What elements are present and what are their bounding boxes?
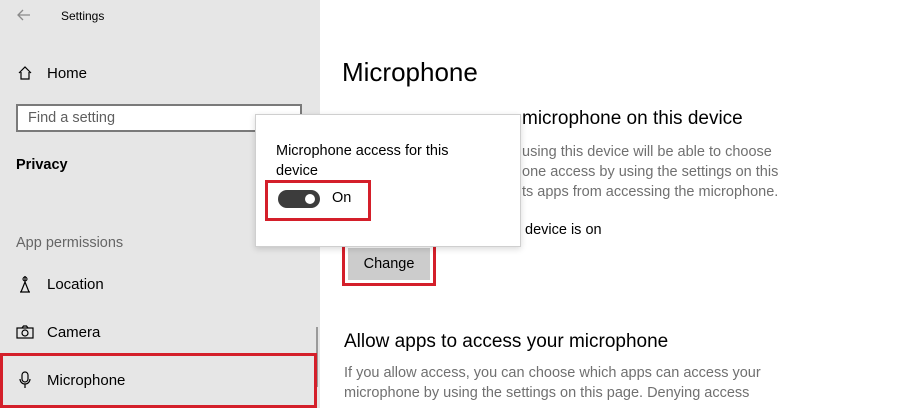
section1-heading: microphone on this device [522, 108, 743, 129]
sidebar-item-label: Camera [47, 323, 101, 341]
back-arrow-icon[interactable] [16, 7, 32, 23]
search-placeholder: Find a setting [28, 110, 116, 126]
highlight-box [0, 353, 317, 408]
home-icon [16, 64, 34, 82]
app-title: Settings [61, 9, 105, 23]
section2-description: If you allow access, you can choose whic… [344, 365, 761, 401]
section1-description: using this device will be able to choose… [522, 144, 779, 200]
camera-icon [16, 323, 34, 341]
sidebar-item-home[interactable]: Home [0, 53, 320, 93]
sidebar-item-label: Home [47, 64, 88, 82]
group-heading: App permissions [16, 235, 124, 251]
location-icon [16, 275, 34, 293]
popup-label: Microphone access for this device [276, 143, 449, 179]
sidebar-item-location[interactable]: Location [0, 264, 320, 304]
status-text: device is on [525, 222, 602, 238]
section-heading: Privacy [16, 157, 68, 173]
highlight-box [342, 242, 436, 286]
section2-heading: Allow apps to access your microphone [344, 331, 669, 352]
access-popup: Microphone access for this device On [255, 114, 521, 247]
highlight-box [265, 180, 371, 221]
page-title: Microphone [342, 57, 478, 87]
sidebar-item-label: Location [47, 275, 104, 293]
sidebar-item-camera[interactable]: Camera [0, 312, 320, 352]
